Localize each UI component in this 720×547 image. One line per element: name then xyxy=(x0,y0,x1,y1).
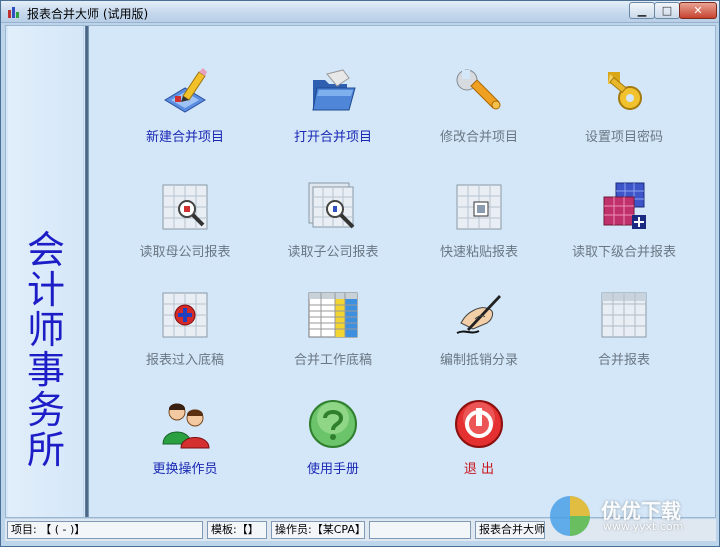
sidebar-brand-text: 会 计 师 事 务 所 xyxy=(8,230,84,470)
window-title: 报表合并大师 (试用版) xyxy=(27,7,149,21)
status-operator: 操作员:【某CPA】 xyxy=(271,521,365,539)
app-window: 报表合并大师 (试用版) ▁ □ ✕ 会 计 师 事 务 所 新建合并项目 打开… xyxy=(0,0,720,547)
merged-report-button[interactable]: 合并报表 xyxy=(558,289,690,379)
open-merge-project-button[interactable]: 打开合并项目 xyxy=(267,66,399,156)
sidebar-char: 事 xyxy=(26,348,65,392)
quick-paste-report-button[interactable]: 快速粘贴报表 xyxy=(413,181,545,271)
wrench-icon xyxy=(456,69,501,110)
report-to-draft-button[interactable]: 报表过入底稿 xyxy=(119,289,251,379)
tile-label: 更换操作员 xyxy=(152,462,218,477)
status-blank xyxy=(369,521,471,539)
folder-open-icon xyxy=(312,69,356,111)
help-icon xyxy=(309,400,357,448)
grid-magnify-icon xyxy=(162,184,208,230)
power-icon xyxy=(455,400,503,448)
tile-label: 报表过入底稿 xyxy=(145,353,224,368)
tile-label: 快速粘贴报表 xyxy=(439,245,518,260)
close-button[interactable]: ✕ xyxy=(679,2,717,19)
status-app-name: 报表合并大师 xyxy=(475,521,545,539)
compile-elimination-button[interactable]: 编制抵销分录 xyxy=(413,289,545,379)
grid-plus-icon xyxy=(162,292,208,338)
tile-label: 读取母公司报表 xyxy=(139,245,231,260)
minimize-button[interactable]: ▁ xyxy=(629,2,655,19)
sidebar: 会 计 师 事 务 所 xyxy=(8,26,84,517)
switch-operator-button[interactable]: 更换操作员 xyxy=(119,398,251,488)
sidebar-char: 师 xyxy=(26,308,65,352)
tile-label: 新建合并项目 xyxy=(145,130,224,145)
tile-label: 合并报表 xyxy=(597,353,650,368)
tile-label: 设置项目密码 xyxy=(584,130,663,145)
new-merge-project-button[interactable]: 新建合并项目 xyxy=(119,66,251,156)
title-bar[interactable]: 报表合并大师 (试用版) ▁ □ ✕ xyxy=(1,1,719,23)
sidebar-char: 务 xyxy=(26,388,65,432)
tile-label: 合并工作底稿 xyxy=(293,353,372,368)
app-icon xyxy=(8,7,19,18)
read-parent-report-button[interactable]: 读取母公司报表 xyxy=(119,181,251,271)
tile-label: 读取子公司报表 xyxy=(287,245,379,260)
sidebar-char: 所 xyxy=(26,428,65,472)
read-lower-merge-report-button[interactable]: 读取下级合并报表 xyxy=(558,181,690,271)
status-project: 项目: 【 ( - )】 xyxy=(7,521,203,539)
status-template: 模板:【】 xyxy=(207,521,267,539)
sidebar-char: 计 xyxy=(26,268,65,312)
tile-label: 编制抵销分录 xyxy=(439,353,518,368)
watermark-url: www.yyxt.com xyxy=(603,520,684,533)
grid-icon xyxy=(601,292,647,338)
tile-label: 打开合并项目 xyxy=(293,130,372,145)
set-project-password-button[interactable]: 设置项目密码 xyxy=(558,66,690,156)
maximize-button[interactable]: □ xyxy=(654,2,680,19)
main-panel: 会 计 师 事 务 所 新建合并项目 打开合并项目 修改合并项目 设置项目密码 … xyxy=(5,25,716,518)
user-manual-button[interactable]: 使用手册 xyxy=(267,398,399,488)
read-subsidiary-report-button[interactable]: 读取子公司报表 xyxy=(267,181,399,271)
exit-button[interactable]: 退 出 xyxy=(413,398,545,488)
tile-label: 修改合并项目 xyxy=(439,130,518,145)
merge-working-draft-button[interactable]: 合并工作底稿 xyxy=(267,289,399,379)
hand-writing-icon xyxy=(456,295,501,334)
sidebar-divider xyxy=(85,26,89,517)
tile-label: 退 出 xyxy=(463,462,495,477)
tile-label: 使用手册 xyxy=(306,462,359,477)
tile-label: 读取下级合并报表 xyxy=(571,245,676,260)
spreadsheet-icon xyxy=(308,292,358,338)
users-icon xyxy=(162,403,210,449)
sidebar-char: 会 xyxy=(26,228,65,272)
grid-paste-icon xyxy=(456,184,502,230)
modify-merge-project-button[interactable]: 修改合并项目 xyxy=(413,66,545,156)
key-icon xyxy=(608,72,642,110)
stacked-grid-magnify-icon xyxy=(308,182,355,229)
color-grid-plus-icon xyxy=(603,182,646,229)
pencil-edit-icon xyxy=(164,68,207,113)
